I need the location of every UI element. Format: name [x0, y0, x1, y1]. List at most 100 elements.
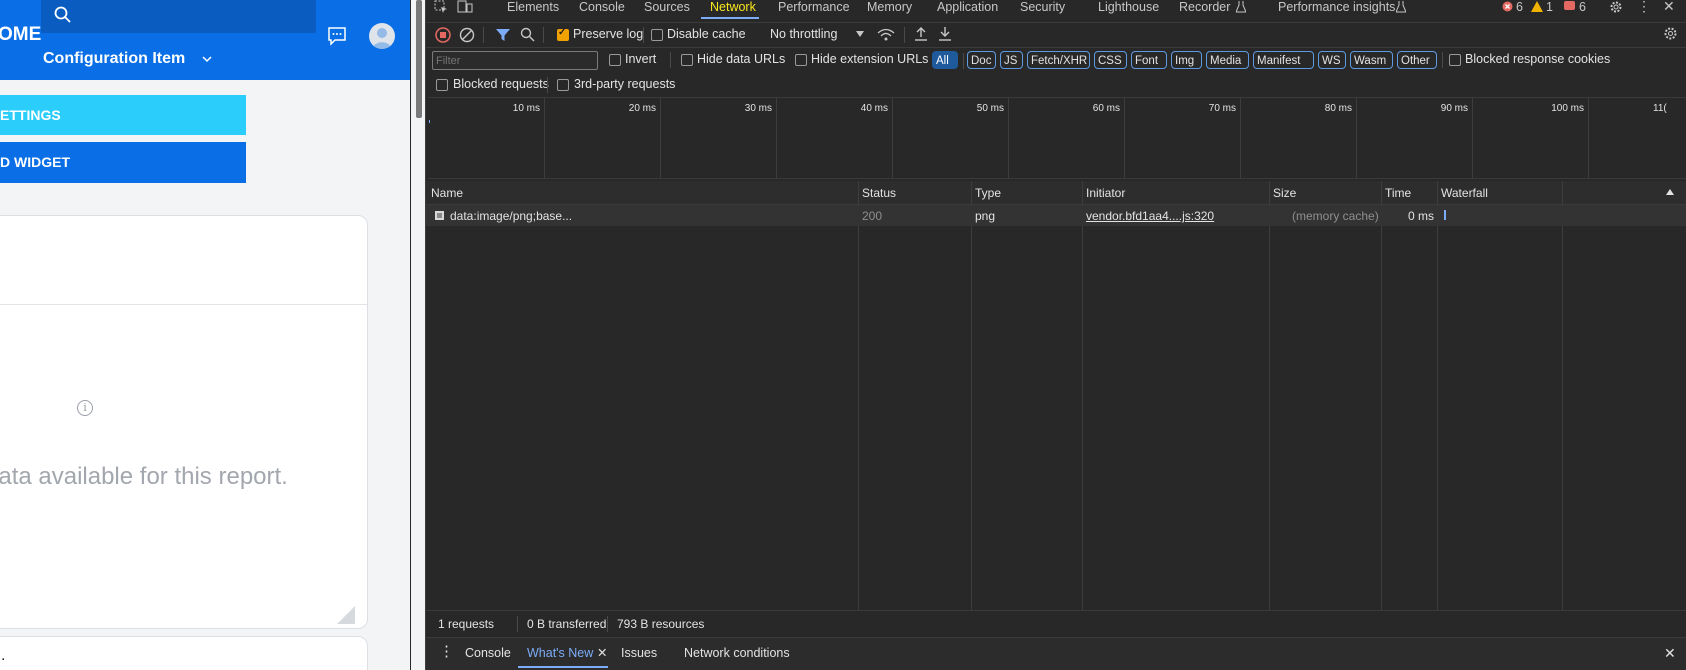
close-devtools-icon[interactable]: ✕ [1663, 0, 1675, 15]
timeline-gridline [1008, 98, 1009, 178]
network-settings-gear-icon[interactable] [1663, 26, 1678, 41]
toolbar-divider [904, 27, 905, 43]
blocked-response-cookies-checkbox[interactable] [1449, 54, 1461, 66]
drawer-menu-icon[interactable]: ⋮ [439, 642, 454, 660]
search-box[interactable] [41, 0, 316, 33]
request-name[interactable]: data:image/png;base... [450, 209, 572, 223]
device-toolbar-icon[interactable] [457, 0, 473, 14]
search-icon[interactable] [520, 27, 535, 42]
preserve-log-checkbox[interactable] [557, 27, 569, 41]
request-initiator-link[interactable]: vendor.bfd1aa4....js:320 [1086, 209, 1214, 223]
drawer-tab-issues[interactable]: Issues [621, 646, 657, 660]
tab-application[interactable]: Application [937, 0, 998, 14]
column-divider[interactable] [1082, 181, 1083, 610]
tab-performance-insights[interactable]: Performance insights [1278, 0, 1395, 14]
type-filter-other[interactable]: Other [1397, 51, 1437, 69]
timeline-gridline [1472, 98, 1473, 178]
tab-network[interactable]: Network [710, 0, 756, 14]
settings-gear-icon[interactable] [1609, 0, 1623, 14]
timeline-gridline [660, 98, 661, 178]
disable-cache-label: Disable cache [667, 27, 746, 41]
tab-lighthouse[interactable]: Lighthouse [1098, 0, 1159, 14]
disable-cache-checkbox[interactable] [651, 29, 663, 41]
invert-checkbox[interactable] [609, 54, 621, 66]
request-status: 200 [862, 209, 883, 223]
tab-performance[interactable]: Performance [778, 0, 850, 14]
third-party-requests-checkbox[interactable] [557, 79, 569, 91]
tab-elements[interactable]: Elements [507, 0, 559, 14]
avatar[interactable] [369, 23, 395, 49]
type-filter-wasm[interactable]: Wasm [1350, 51, 1393, 69]
column-name[interactable]: Name [431, 186, 463, 200]
settings-button[interactable]: ETTINGS [0, 95, 246, 135]
type-filter-js[interactable]: JS [1000, 51, 1023, 69]
error-icon[interactable] [1502, 1, 1513, 12]
close-tab-icon[interactable]: ✕ [597, 645, 607, 660]
column-divider[interactable] [1437, 181, 1438, 610]
transferred-size: 0 B transferred [527, 617, 607, 631]
type-filter-media[interactable]: Media [1206, 51, 1249, 69]
type-filter-ws[interactable]: WS [1318, 51, 1346, 69]
resize-grip-icon[interactable] [337, 606, 355, 624]
import-har-icon[interactable] [914, 26, 928, 42]
network-conditions-icon[interactable] [877, 27, 895, 43]
toolbar-divider [1442, 52, 1443, 68]
warning-icon[interactable] [1531, 1, 1543, 12]
column-size[interactable]: Size [1273, 186, 1296, 200]
column-divider[interactable] [1381, 181, 1382, 610]
app-scrollbar[interactable] [416, 0, 422, 118]
chevron-down-icon[interactable] [201, 53, 213, 65]
drawer-tab-network-conditions[interactable]: Network conditions [684, 646, 790, 660]
type-filter-fetch-xhr[interactable]: Fetch/XHR [1027, 51, 1090, 69]
tab-console[interactable]: Console [579, 0, 625, 14]
hide-data-urls-checkbox[interactable] [681, 54, 693, 66]
clear-icon[interactable] [459, 27, 475, 43]
type-filter-manifest[interactable]: Manifest [1253, 51, 1314, 69]
close-drawer-icon[interactable]: ✕ [1664, 645, 1676, 662]
tab-sources[interactable]: Sources [644, 0, 690, 14]
timeline-gridline [892, 98, 893, 178]
drawer-tab-console[interactable]: Console [465, 646, 511, 660]
add-widget-button[interactable]: D WIDGET [0, 142, 246, 183]
type-filter-doc[interactable]: Doc [967, 51, 996, 69]
tab-memory[interactable]: Memory [867, 0, 912, 14]
drawer-tab-whats-new[interactable]: What's New [527, 646, 593, 660]
tab-recorder[interactable]: Recorder [1179, 0, 1230, 14]
throttling-select[interactable]: No throttling [770, 27, 837, 41]
type-filter-css[interactable]: CSS [1094, 51, 1127, 69]
column-type[interactable]: Type [975, 186, 1001, 200]
column-status[interactable]: Status [862, 186, 896, 200]
timeline-tick-label: 90 ms [1440, 103, 1468, 114]
type-filter-img[interactable]: Img [1171, 51, 1202, 69]
chat-icon[interactable] [327, 26, 347, 46]
column-time[interactable]: Time [1385, 186, 1411, 200]
column-divider[interactable] [858, 181, 859, 610]
type-filter-font[interactable]: Font [1131, 51, 1167, 69]
filter-input[interactable] [432, 51, 598, 70]
column-waterfall[interactable]: Waterfall [1441, 186, 1488, 200]
user-icon [372, 28, 392, 49]
tab-security[interactable]: Security [1020, 0, 1065, 14]
hide-extension-urls-checkbox[interactable] [795, 54, 807, 66]
more-options-icon[interactable]: ⋮ [1637, 0, 1651, 15]
report-card-secondary: . [0, 636, 368, 670]
sort-ascending-icon[interactable] [1666, 189, 1674, 195]
export-har-icon[interactable] [938, 26, 952, 42]
inspect-element-icon[interactable] [434, 0, 448, 14]
table-row[interactable]: data:image/png;base... 200 png vendor.bf… [426, 205, 1686, 226]
blocked-requests-checkbox[interactable] [436, 79, 448, 91]
search-icon [54, 6, 71, 23]
preserve-log-label: Preserve log [573, 27, 644, 41]
record-stop-icon[interactable] [435, 27, 451, 43]
timeline-overview[interactable]: 10 ms 20 ms 30 ms 40 ms 50 ms 60 ms 70 m… [428, 97, 1686, 179]
filter-icon[interactable] [496, 28, 510, 42]
type-filter-all[interactable]: All [932, 51, 958, 69]
issue-icon[interactable] [1564, 1, 1575, 12]
column-divider[interactable] [1269, 181, 1270, 610]
dropdown-arrow-icon[interactable] [856, 31, 864, 37]
hide-extension-urls-label: Hide extension URLs [811, 52, 929, 66]
filter-bar: Invert Hide data URLs Hide extension URL… [426, 47, 1686, 72]
column-divider[interactable] [971, 181, 972, 610]
column-initiator[interactable]: Initiator [1086, 186, 1125, 200]
configuration-item-select[interactable]: Configuration Item [43, 50, 185, 68]
